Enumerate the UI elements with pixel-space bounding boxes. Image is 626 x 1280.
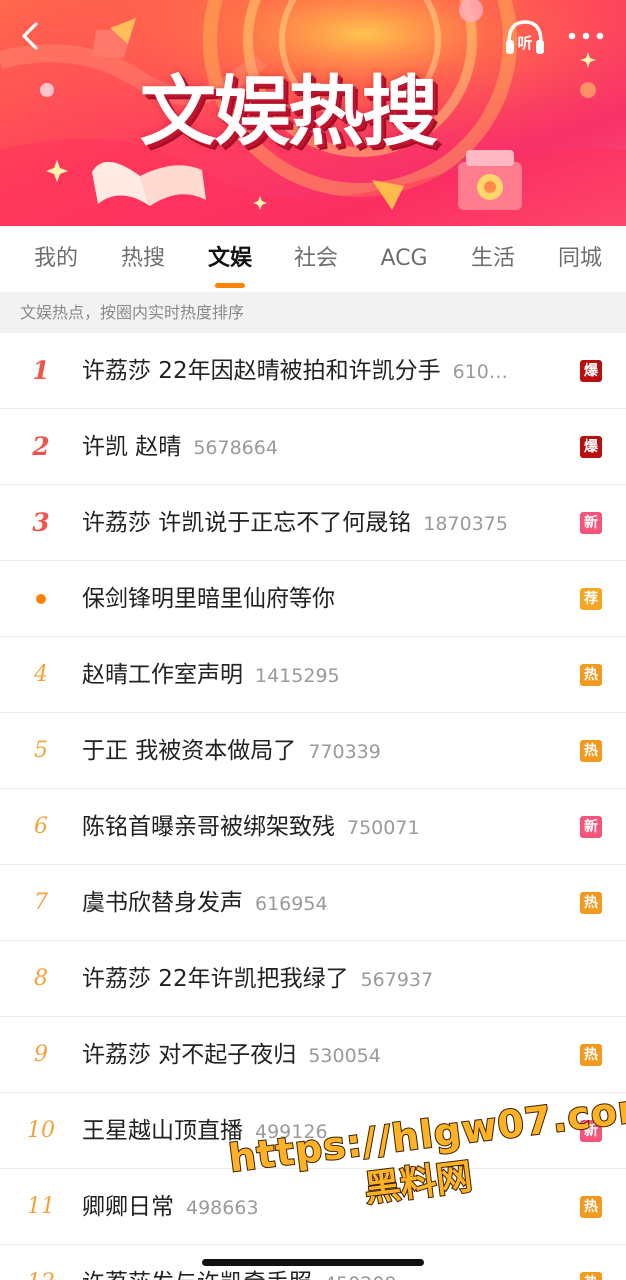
list-item[interactable]: 7 虞书欣替身发声 616954 热 bbox=[0, 865, 626, 941]
heat-count: 530054 bbox=[308, 1045, 381, 1067]
status-badge: 热 bbox=[580, 664, 602, 686]
home-indicator bbox=[202, 1259, 424, 1266]
hot-search-list: 1 许荔莎 22年因赵晴被拍和许凯分手 610… 爆 2 许凯 赵晴 5678664 爆 3 许荔… bbox=[0, 333, 626, 1280]
heat-count: 1870375 bbox=[423, 513, 508, 535]
item-title: 许荔莎 22年因赵晴被拍和许凯分手 bbox=[82, 358, 441, 384]
item-title: 虞书欣替身发声 bbox=[82, 890, 243, 916]
heat-count: 499126 bbox=[255, 1121, 328, 1143]
item-text: 保剑锋明里暗里仙府等你 bbox=[82, 561, 552, 637]
item-title: 许荔莎发与许凯牵手照 bbox=[82, 1270, 312, 1280]
heat-count: 567937 bbox=[360, 969, 434, 991]
item-text: 王星越山顶直播 499126 bbox=[82, 1093, 552, 1169]
tab-entertainment[interactable]: 文娱 bbox=[196, 242, 264, 276]
tab-life[interactable]: 生活 bbox=[459, 242, 527, 276]
rank-number: 9 bbox=[34, 1042, 48, 1067]
item-title: 许荔莎 22年许凯把我绿了 bbox=[82, 966, 349, 992]
rank-number: 1 bbox=[32, 356, 50, 385]
rank-number: 2 bbox=[32, 432, 50, 461]
list-item[interactable]: 10 王星越山顶直播 499126 新 bbox=[0, 1093, 626, 1169]
headphones-icon: 听 bbox=[506, 20, 544, 54]
item-title: 陈铭首曝亲哥被绑架致残 bbox=[82, 814, 335, 840]
status-badge: 爆 bbox=[580, 360, 602, 382]
list-item[interactable]: 5 于正 我被资本做局了 770339 热 bbox=[0, 713, 626, 789]
rank-number: 5 bbox=[34, 738, 48, 763]
item-text: 赵晴工作室声明 1415295 bbox=[82, 637, 552, 713]
item-text: 许凯 赵晴 5678664 bbox=[82, 409, 552, 485]
rank-number: 12 bbox=[18, 1245, 64, 1280]
item-title: 于正 我被资本做局了 bbox=[82, 738, 297, 764]
item-title: 保剑锋明里暗里仙府等你 bbox=[82, 586, 335, 612]
status-badge: 新 bbox=[580, 1120, 602, 1142]
item-title: 赵晴工作室声明 bbox=[82, 662, 243, 688]
heat-count: 1415295 bbox=[255, 665, 340, 687]
status-badge: 新 bbox=[580, 512, 602, 534]
rank-number: 8 bbox=[34, 966, 48, 991]
page-title: 文娱热搜 bbox=[140, 67, 438, 156]
status-badge: 热 bbox=[580, 892, 602, 914]
item-text: 许荔莎 许凯说于正忘不了何晟铭 1870375 bbox=[82, 485, 552, 561]
active-tab-indicator bbox=[215, 283, 245, 288]
tab-hot-search[interactable]: 热搜 bbox=[109, 242, 177, 276]
item-title: 许荔莎 许凯说于正忘不了何晟铭 bbox=[82, 510, 412, 536]
promoted-dot-icon bbox=[36, 594, 46, 604]
status-badge: 热 bbox=[580, 1272, 602, 1280]
item-text: 许荔莎 22年许凯把我绿了 567937 bbox=[82, 941, 552, 1017]
rank-number: 7 bbox=[34, 890, 48, 915]
item-title: 卿卿日常 bbox=[82, 1194, 174, 1220]
category-tabs: 我的 热搜 文娱 社会 ACG 生活 同城 bbox=[0, 226, 626, 292]
back-button[interactable] bbox=[10, 14, 50, 58]
item-text: 陈铭首曝亲哥被绑架致残 750071 bbox=[82, 789, 552, 865]
more-button[interactable] bbox=[564, 18, 608, 54]
item-title: 王星越山顶直播 bbox=[82, 1118, 243, 1144]
rank-number: 10 bbox=[27, 1118, 55, 1143]
list-item[interactable]: 3 许荔莎 许凯说于正忘不了何晟铭 1870375 新 bbox=[0, 485, 626, 561]
heat-count: 5678664 bbox=[193, 437, 278, 459]
rank-number: 6 bbox=[34, 814, 48, 839]
item-text: 虞书欣替身发声 616954 bbox=[82, 865, 552, 941]
listen-button[interactable]: 听 bbox=[502, 14, 548, 60]
list-item[interactable]: 8 许荔莎 22年许凯把我绿了 567937 bbox=[0, 941, 626, 1017]
rank-number: 11 bbox=[27, 1194, 55, 1219]
listen-label: 听 bbox=[517, 34, 532, 52]
list-item[interactable]: 11 卿卿日常 498663 热 bbox=[0, 1169, 626, 1245]
heat-count: 750071 bbox=[347, 817, 420, 839]
list-item[interactable]: 9 许荔莎 对不起子夜归 530054 热 bbox=[0, 1017, 626, 1093]
item-text: 许荔莎 对不起子夜归 530054 bbox=[82, 1017, 552, 1093]
list-item[interactable]: 2 许凯 赵晴 5678664 爆 bbox=[0, 409, 626, 485]
heat-count: 616954 bbox=[255, 893, 328, 915]
status-badge: 热 bbox=[580, 1196, 602, 1218]
header-banner: 文娱热搜 听 bbox=[0, 0, 626, 226]
tab-society[interactable]: 社会 bbox=[282, 242, 350, 276]
heat-count: 498663 bbox=[186, 1197, 259, 1219]
list-item[interactable]: 保剑锋明里暗里仙府等你 荐 bbox=[0, 561, 626, 637]
item-text: 于正 我被资本做局了 770339 bbox=[82, 713, 552, 789]
chevron-left-icon bbox=[22, 22, 38, 50]
tab-local[interactable]: 同城 bbox=[546, 242, 614, 276]
item-title: 许荔莎 对不起子夜归 bbox=[82, 1042, 297, 1068]
tab-mine[interactable]: 我的 bbox=[22, 242, 90, 276]
status-badge: 热 bbox=[580, 740, 602, 762]
status-badge: 热 bbox=[580, 1044, 602, 1066]
item-text: 卿卿日常 498663 bbox=[82, 1169, 552, 1245]
list-description: 文娱热点，按圈内实时热度排序 bbox=[0, 292, 626, 333]
rank-number: 3 bbox=[32, 508, 50, 537]
heat-count: 770339 bbox=[308, 741, 381, 763]
heat-count: 610… bbox=[452, 361, 508, 383]
item-text: 许荔莎 22年因赵晴被拍和许凯分手 610… bbox=[82, 333, 552, 409]
rank-number: 4 bbox=[34, 662, 48, 687]
status-badge: 荐 bbox=[580, 588, 602, 610]
status-badge: 爆 bbox=[580, 436, 602, 458]
tab-acg[interactable]: ACG bbox=[368, 242, 440, 276]
more-dots-icon bbox=[568, 32, 604, 40]
item-title: 许凯 赵晴 bbox=[82, 434, 182, 460]
list-item[interactable]: 6 陈铭首曝亲哥被绑架致残 750071 新 bbox=[0, 789, 626, 865]
list-item[interactable]: 1 许荔莎 22年因赵晴被拍和许凯分手 610… 爆 bbox=[0, 333, 626, 409]
status-badge: 新 bbox=[580, 816, 602, 838]
heat-count: 450209 bbox=[324, 1273, 397, 1280]
list-item[interactable]: 4 赵晴工作室声明 1415295 热 bbox=[0, 637, 626, 713]
